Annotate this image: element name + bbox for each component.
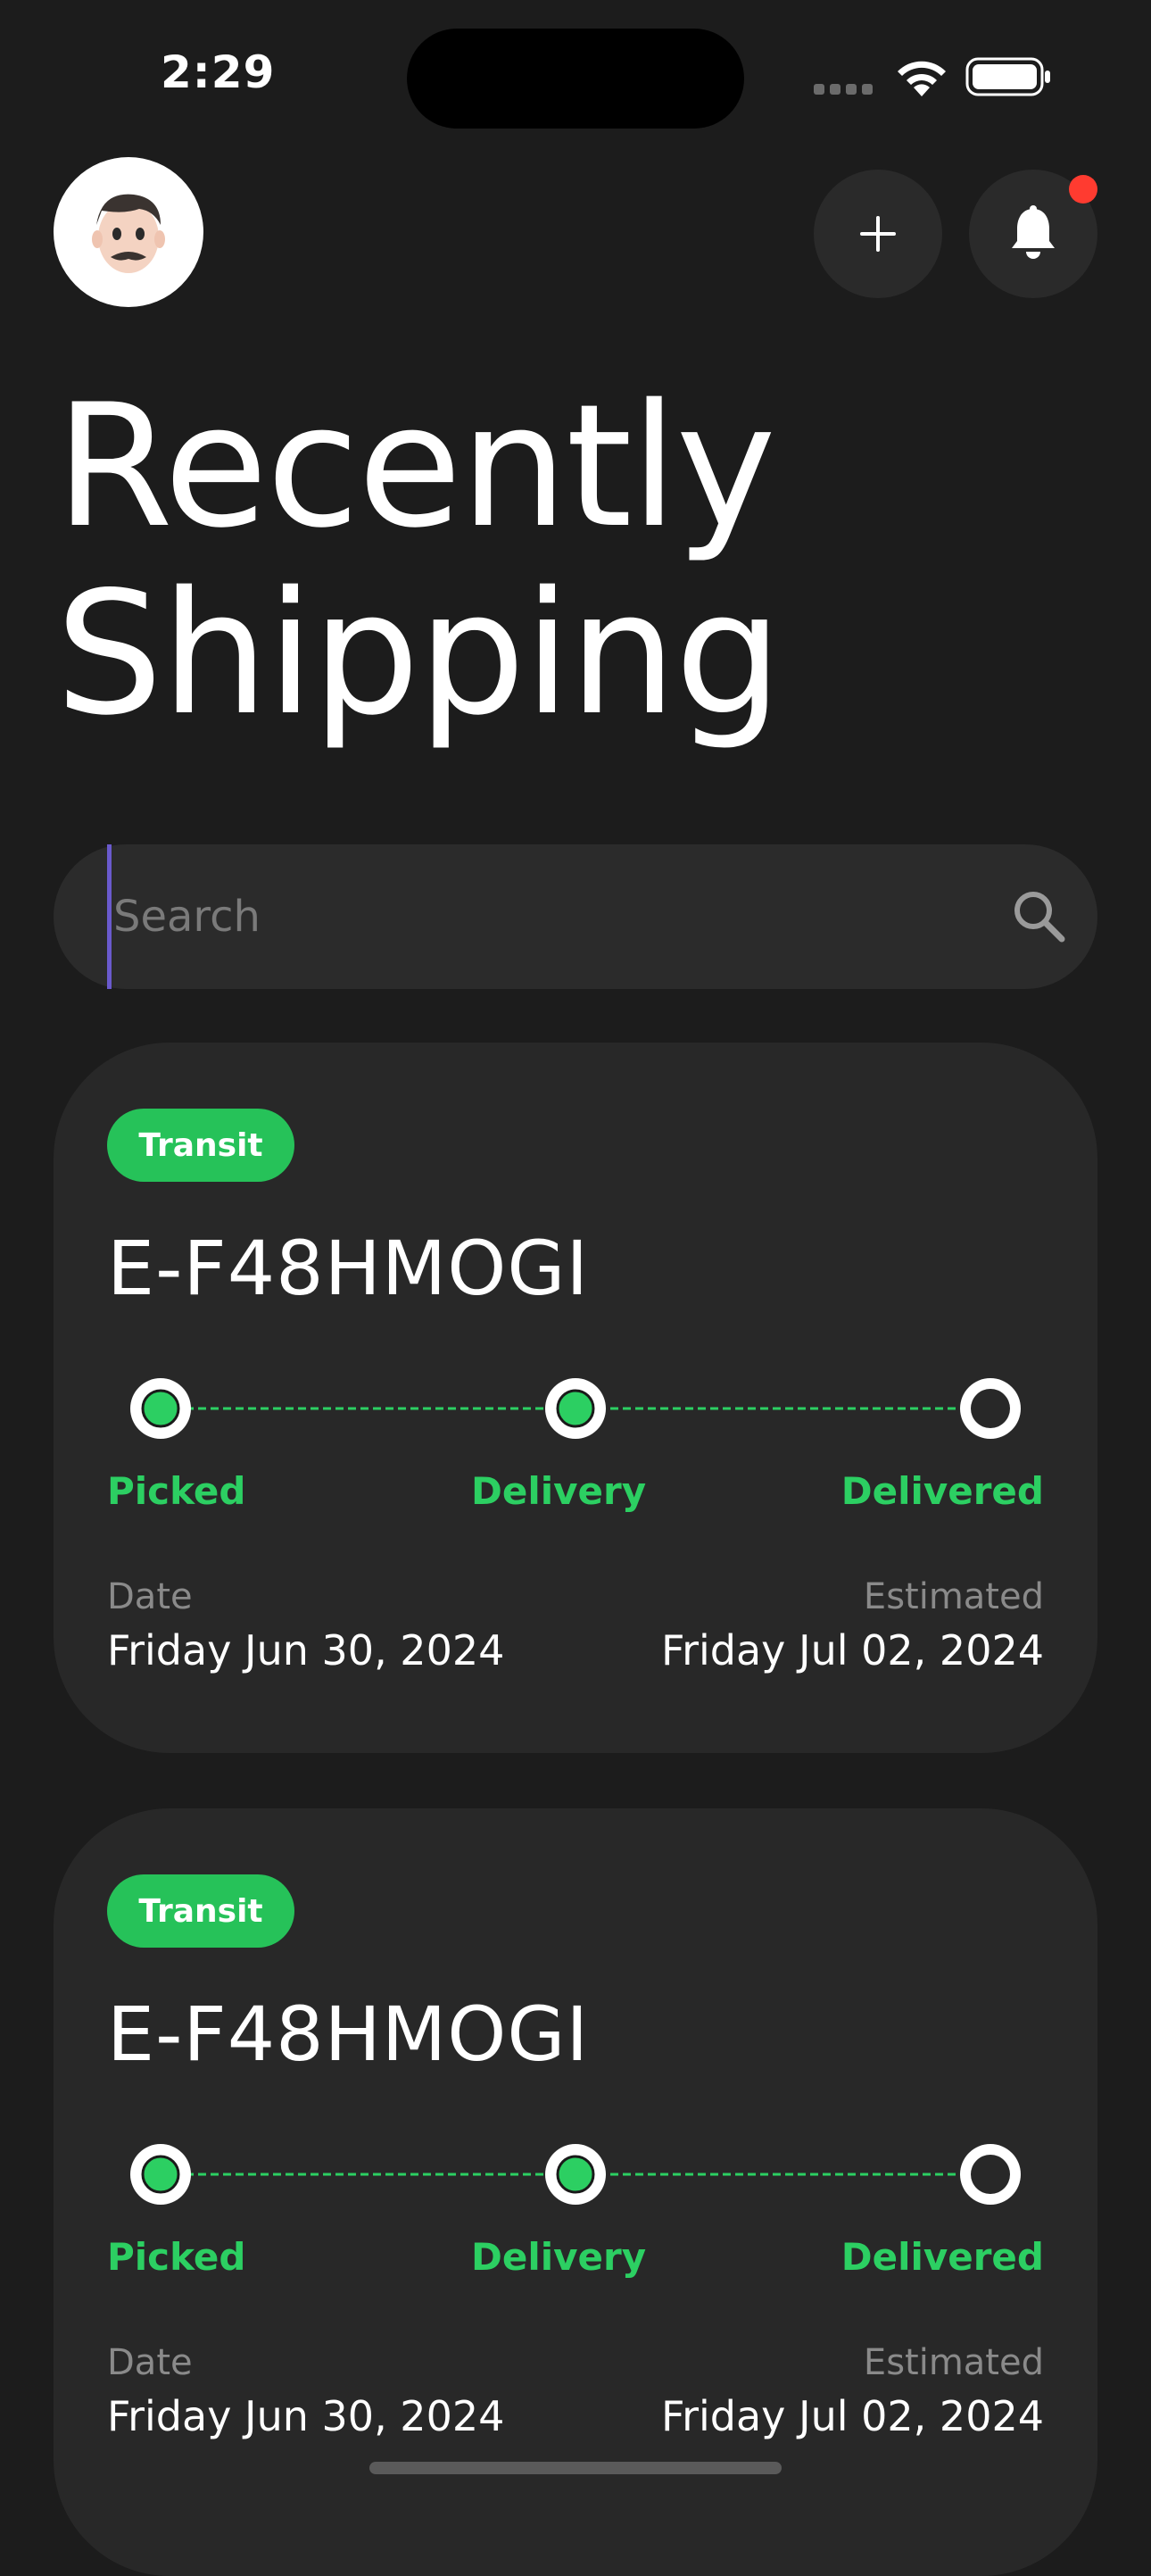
step-delivered-marker [960,1378,1021,1439]
add-button[interactable] [814,170,942,298]
step-picked-marker [130,1378,191,1439]
shipment-id: E-F48HMOGI [107,1225,590,1312]
step-label-picked: Picked [107,2235,246,2279]
status-time: 2:29 [161,46,276,98]
battery-icon [965,57,1050,96]
date-value: Friday Jun 30, 2024 [107,1626,505,1674]
step-label-delivered: Delivered [840,2235,1044,2279]
status-badge: Transit [107,1874,294,1948]
shipment-id: E-F48HMOGI [107,1990,590,2078]
shipment-card[interactable]: Transit E-F48HMOGI Picked Delivery Deliv… [54,1043,1097,1753]
step-delivery-marker [545,1378,606,1439]
progress-tracker [130,2144,1021,2205]
memoji-avatar-icon [92,194,165,273]
plus-icon [860,216,896,252]
step-label-delivered: Delivered [840,1469,1044,1513]
estimated-value: Friday Jul 02, 2024 [660,2392,1044,2440]
notification-badge [1069,175,1097,204]
avatar[interactable] [54,157,203,307]
estimated-label: Estimated [863,2342,1044,2383]
shipment-card[interactable]: Transit E-F48HMOGI Picked Delivery Deliv… [54,1808,1097,2576]
page-title: Recently Shipping [55,368,783,752]
estimated-value: Friday Jul 02, 2024 [660,1626,1044,1674]
date-value: Friday Jun 30, 2024 [107,2392,505,2440]
page-title-line2: Shipping [55,555,783,752]
step-label-delivery: Delivery [471,1469,647,1513]
page-title-line1: Recently [55,368,776,565]
step-delivered-marker [960,2144,1021,2205]
estimated-label: Estimated [863,1576,1044,1617]
wifi-icon [898,61,946,96]
status-badge: Transit [107,1109,294,1182]
bell-icon [1012,205,1055,259]
dynamic-island [407,29,744,129]
step-label-delivery: Delivery [471,2235,647,2279]
step-delivery-marker [545,2144,606,2205]
date-label: Date [107,2342,193,2383]
home-indicator[interactable] [369,2462,782,2474]
date-label: Date [107,1576,193,1617]
search-bar[interactable] [54,844,1097,989]
search-icon[interactable] [1006,884,1072,950]
cellular-dots-icon [814,84,873,95]
step-picked-marker [130,2144,191,2205]
search-input[interactable] [107,844,999,989]
step-label-picked: Picked [107,1469,246,1513]
progress-tracker [130,1378,1021,1439]
